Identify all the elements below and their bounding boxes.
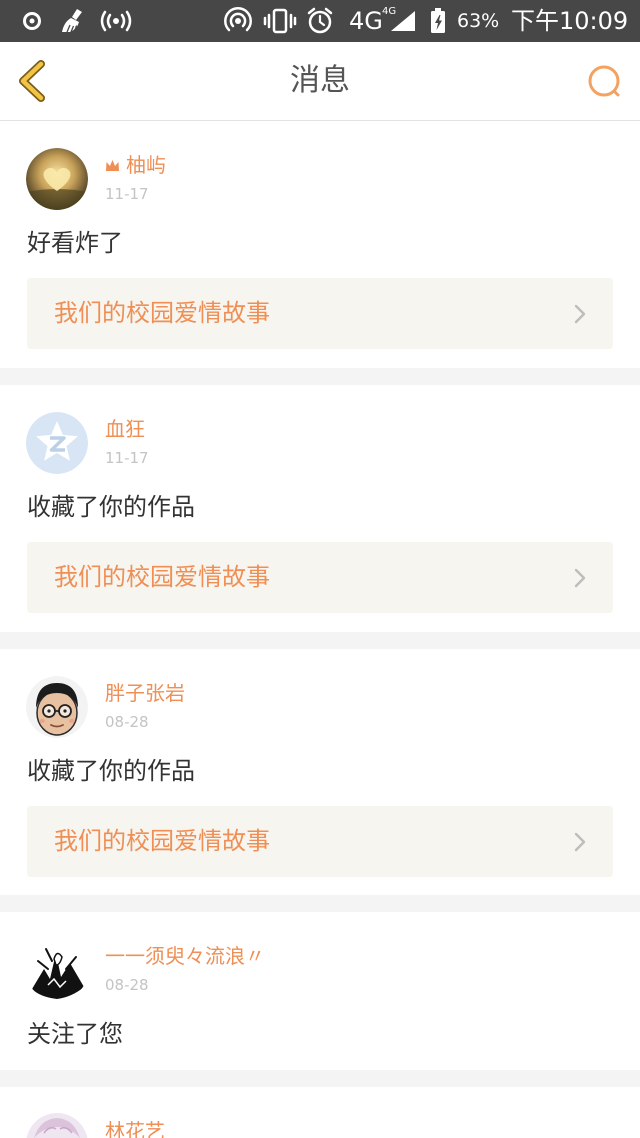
sender-name[interactable]: 林花艺 <box>105 1118 165 1138</box>
sender-name[interactable]: 一一须臾々流浪〃 <box>105 943 265 969</box>
broadcast-icon <box>100 10 132 32</box>
message-card: 林花艺 <box>0 1087 640 1138</box>
avatar[interactable] <box>26 676 88 738</box>
alarm-icon <box>307 7 333 34</box>
message-card: 胖子张岩 08-28 收藏了你的作品 我们的校园爱情故事 <box>0 649 640 895</box>
work-link[interactable]: 我们的校园爱情故事 <box>27 542 613 613</box>
work-title: 我们的校园爱情故事 <box>54 827 270 855</box>
clock: 下午10:09 <box>511 7 629 35</box>
hotspot-icon <box>224 7 252 32</box>
work-title: 我们的校园爱情故事 <box>54 563 270 591</box>
message-date: 08-28 <box>105 713 149 731</box>
message-text: 好看炸了 <box>27 229 123 257</box>
battery-charging-icon <box>431 8 445 33</box>
circle-dot-icon <box>23 12 41 30</box>
message-text: 关注了您 <box>27 1020 123 1048</box>
message-list: 柚屿 11-17 好看炸了 我们的校园爱情故事 血狂 11-17 收藏了你的作品… <box>0 121 640 1138</box>
message-date: 08-28 <box>105 976 149 994</box>
page-title: 消息 <box>290 63 350 98</box>
chevron-right-icon <box>574 832 586 852</box>
search-icon <box>588 65 620 97</box>
back-button[interactable] <box>12 59 52 103</box>
chevron-right-icon <box>574 304 586 324</box>
message-text: 收藏了你的作品 <box>27 493 195 521</box>
sender-name[interactable]: 柚屿 <box>105 152 166 178</box>
sender-name[interactable]: 血狂 <box>105 416 145 442</box>
battery-percent: 63% <box>457 10 500 32</box>
search-button[interactable] <box>584 63 624 101</box>
top-bar: 消息 <box>0 42 640 121</box>
work-title: 我们的校园爱情故事 <box>54 299 270 327</box>
message-card: 血狂 11-17 收藏了你的作品 我们的校园爱情故事 <box>0 385 640 632</box>
chevron-left-icon <box>19 60 45 102</box>
message-card: 一一须臾々流浪〃 08-28 关注了您 <box>0 912 640 1070</box>
work-link[interactable]: 我们的校园爱情故事 <box>27 806 613 877</box>
signal-icon <box>391 11 415 31</box>
vibrate-icon <box>263 8 297 34</box>
sender-name[interactable]: 胖子张岩 <box>105 680 185 706</box>
message-card: 柚屿 11-17 好看炸了 我们的校园爱情故事 <box>0 121 640 368</box>
chevron-right-icon <box>574 568 586 588</box>
work-link[interactable]: 我们的校园爱情故事 <box>27 278 613 349</box>
message-date: 11-17 <box>105 449 149 467</box>
avatar[interactable] <box>26 412 88 474</box>
network-type: 4G <box>349 7 383 35</box>
message-date: 11-17 <box>105 185 149 203</box>
avatar[interactable] <box>26 1113 88 1138</box>
crown-icon <box>106 159 119 171</box>
sender-name-text: 柚屿 <box>126 153 166 177</box>
avatar[interactable] <box>26 148 88 210</box>
broom-icon <box>62 9 82 33</box>
message-text: 收藏了你的作品 <box>27 757 195 785</box>
status-bar: 4G 4G 63% 下午10:09 <box>0 0 640 42</box>
avatar[interactable] <box>26 939 88 1001</box>
